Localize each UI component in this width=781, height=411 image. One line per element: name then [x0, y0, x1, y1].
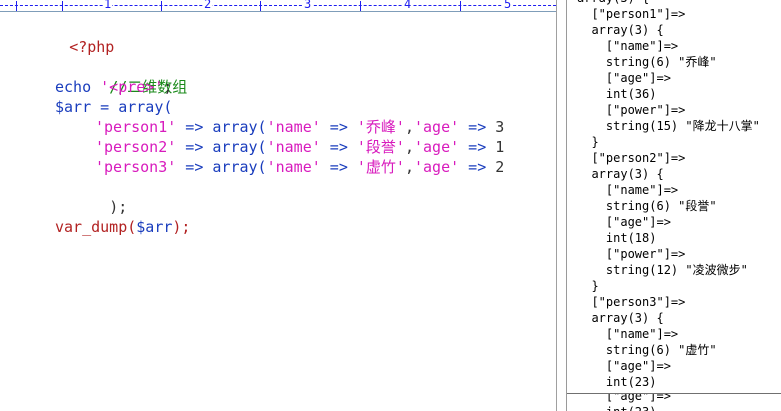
output-line: array(3) { [577, 167, 664, 181]
ruler-mark: 3 [303, 0, 313, 11]
output-line: ["name"]=> [577, 327, 679, 341]
output-line: int(18) [577, 231, 657, 245]
arrow-operator: => [176, 138, 213, 156]
output-line: array(3) { [577, 23, 664, 37]
output-line: array(3) { [577, 311, 664, 325]
arrow-operator: => [320, 138, 357, 156]
output-line: string(6) "乔峰" [577, 55, 717, 69]
close-paren: ); [172, 218, 191, 236]
array-value: '段誉' [356, 138, 405, 156]
array-value: 3 [495, 118, 505, 136]
arrow-operator: => [459, 118, 496, 136]
array-call: array( [212, 118, 267, 136]
output-line: string(15) "降龙十八掌" [577, 119, 760, 133]
arrow-operator: => [459, 138, 496, 156]
output-line: string(6) "段誉" [577, 199, 717, 213]
code-line: 'person1' => array('name' => '乔峰','age' … [95, 117, 504, 137]
ruler-tick [16, 1, 17, 11]
array-call: array( [212, 138, 267, 156]
var-dump-call: var_dump( [55, 218, 137, 236]
code-line: //二维数组 [55, 57, 187, 96]
output-line: } [577, 279, 599, 293]
code-line: <?php [15, 17, 114, 56]
output-line: ["person2"]=> [577, 151, 686, 165]
array-call: array( [118, 98, 173, 116]
array-key: 'age' [414, 158, 460, 176]
array-key: 'person3' [95, 158, 177, 176]
output-line: int(23) [577, 404, 657, 411]
array-value: 2 [495, 158, 505, 176]
echo-keyword: echo [55, 78, 92, 96]
array-key: 'age' [414, 118, 460, 136]
code-line: var_dump($arr); [55, 217, 190, 237]
ruler-tick [260, 1, 261, 11]
output-line: ["age"]=> [577, 394, 671, 403]
output-divider [566, 0, 567, 411]
close-paren: ); [109, 198, 128, 216]
output-line: int(36) [577, 87, 657, 101]
output-line: ["age"]=> [577, 359, 671, 373]
output-upper-view[interactable]: array(3) { ["person1"]=> array(3) { ["na… [557, 0, 781, 393]
ruler-tick [62, 1, 63, 11]
array-key: 'person1' [95, 118, 177, 136]
php-open-tag: <?php [69, 38, 115, 56]
ruler-dashed-line [0, 5, 556, 6]
array-value: '虚竹' [356, 158, 405, 176]
output-line: ["age"]=> [577, 71, 671, 85]
output-line: ["name"]=> [577, 39, 679, 53]
semicolon: ; [163, 78, 173, 96]
comma: , [404, 118, 414, 136]
output-line: ["person3"]=> [577, 295, 686, 309]
output-line: ["power"]=> [577, 247, 686, 261]
ruler-mark: 5 [503, 0, 513, 11]
array-value: 1 [495, 138, 505, 156]
code-area[interactable]: <?php //二维数组 echo '<pre>'; $arr = array(… [0, 14, 556, 411]
arrow-operator: => [320, 158, 357, 176]
output-line: ["name"]=> [577, 183, 679, 197]
code-line: 'person3' => array('name' => '虚竹','age' … [95, 157, 504, 177]
dump-variable: $arr [136, 218, 173, 236]
output-line: int(23) [577, 375, 657, 389]
output-line: ["power"]=> [577, 103, 686, 117]
array-call: array( [212, 158, 267, 176]
array-key: 'person2' [95, 138, 177, 156]
output-line: string(12) "凌波微步" [577, 263, 748, 277]
arrow-operator: => [176, 118, 213, 136]
echo-string: '<pre>' [100, 78, 164, 96]
code-editor[interactable]: 1 2 3 4 5 <?php //二维数组 echo '<pre>'; $ar… [0, 0, 556, 411]
column-ruler: 1 2 3 4 5 [0, 0, 556, 12]
ruler-mark: 2 [203, 0, 213, 11]
output-line: ["person1"]=> [577, 7, 686, 21]
output-pane[interactable]: array(3) { ["person1"]=> array(3) { ["na… [556, 0, 781, 411]
ruler-tick [460, 1, 461, 11]
arrow-operator: => [176, 158, 213, 176]
ruler-tick [360, 1, 361, 11]
array-key: 'name' [266, 158, 321, 176]
ruler-mark: 1 [103, 0, 113, 11]
array-key: 'name' [266, 118, 321, 136]
array-key: 'age' [414, 138, 460, 156]
code-line: 'person2' => array('name' => '段誉','age' … [95, 137, 504, 157]
arrow-operator: => [320, 118, 357, 136]
output-lower-view[interactable]: ["age"]=> int(23) [557, 394, 781, 411]
assign-operator: = [91, 98, 119, 116]
array-key: 'name' [266, 138, 321, 156]
arr-variable: $arr [55, 98, 92, 116]
code-line: ); [55, 177, 127, 216]
array-value: '乔峰' [356, 118, 405, 136]
arrow-operator: => [459, 158, 496, 176]
output-line: } [577, 135, 599, 149]
code-line: $arr = array( [55, 97, 172, 117]
output-line: string(6) "虚竹" [577, 343, 717, 357]
code-line: echo '<pre>'; [55, 77, 172, 97]
output-line: ["age"]=> [577, 215, 671, 229]
comma: , [404, 158, 414, 176]
ruler-tick [161, 1, 162, 11]
comma: , [404, 138, 414, 156]
ruler-mark: 4 [403, 0, 413, 11]
